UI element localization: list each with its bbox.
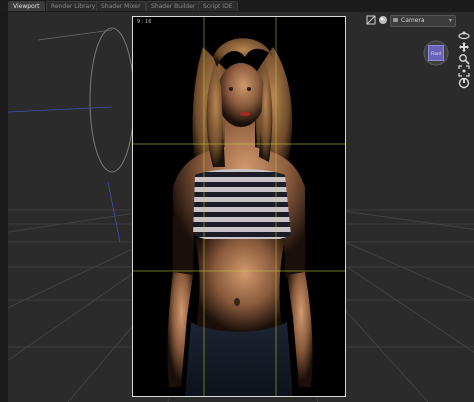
pan-icon[interactable] xyxy=(458,41,470,53)
reset-camera-icon[interactable] xyxy=(458,77,470,89)
tab-render-library[interactable]: Render Library xyxy=(46,1,101,11)
camera-selector-value: Camera xyxy=(401,17,425,24)
zoom-icon[interactable] xyxy=(458,53,470,65)
aspect-frame-icon[interactable] xyxy=(366,15,376,25)
frame-icon[interactable] xyxy=(458,65,470,77)
camera-icon xyxy=(393,18,398,22)
side-panel-edge xyxy=(0,12,8,402)
orbit-icon[interactable] xyxy=(458,29,470,41)
tab-viewport[interactable]: Viewport xyxy=(8,1,45,11)
chevron-down-icon: ▾ xyxy=(448,17,452,24)
draw-style-sphere-icon[interactable] xyxy=(378,15,388,25)
tab-shader-mixer[interactable]: Shader Mixer xyxy=(96,1,146,11)
aspect-ratio-label: 9 : 16 xyxy=(137,19,152,25)
rendered-figure xyxy=(133,17,345,396)
tab-shader-builder[interactable]: Shader Builder xyxy=(146,1,201,11)
camera-selector[interactable]: Camera ▾ xyxy=(390,15,456,27)
view-cube-face[interactable]: Front xyxy=(428,45,444,61)
tab-script-ide[interactable]: Script IDE xyxy=(198,1,238,11)
view-cube[interactable]: Front xyxy=(423,39,449,67)
camera-frame: 9 : 16 xyxy=(132,16,346,397)
